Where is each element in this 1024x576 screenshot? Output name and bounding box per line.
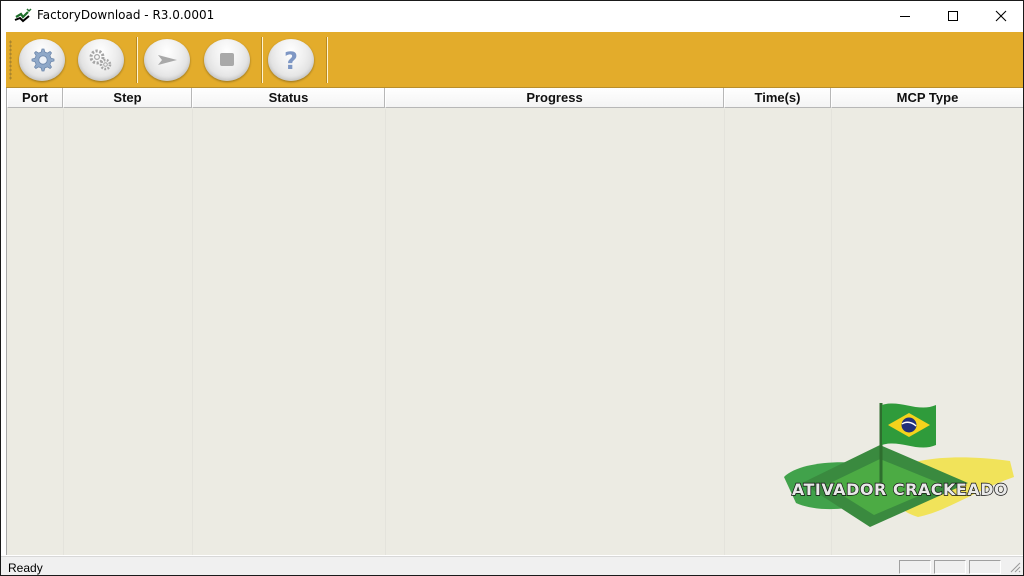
column-header-port[interactable]: Port: [7, 88, 63, 108]
stop-square-icon: [220, 53, 234, 66]
gear-icon: [31, 48, 55, 72]
column-divider: [385, 109, 386, 555]
watermark-text: ATIVADOR CRACKEADO: [792, 480, 1008, 499]
window-title: FactoryDownload - R3.0.0001: [37, 8, 215, 22]
advanced-settings-button[interactable]: [78, 39, 124, 81]
toolbar-separator: [261, 37, 263, 83]
resize-grip-icon[interactable]: [1009, 561, 1021, 573]
status-pane: [934, 560, 966, 574]
column-header-status[interactable]: Status: [192, 88, 385, 108]
status-bar: Ready: [1, 556, 1023, 575]
column-header-step[interactable]: Step: [63, 88, 192, 108]
maximize-icon: [948, 11, 958, 21]
settings-button[interactable]: [19, 39, 65, 81]
column-divider: [63, 109, 64, 555]
column-divider: [724, 109, 725, 555]
watermark-logo: ATIVADOR CRACKEADO: [784, 403, 1014, 527]
column-divider: [192, 109, 193, 555]
toolbar-separator: [326, 37, 328, 83]
column-header-time[interactable]: Time(s): [724, 88, 831, 108]
minimize-icon: [900, 16, 910, 17]
gears-icon: [89, 49, 112, 71]
column-header-progress[interactable]: Progress: [385, 88, 724, 108]
column-header-mcp-type[interactable]: MCP Type: [831, 88, 1023, 108]
close-icon: [995, 10, 1007, 22]
toolbar-grip[interactable]: [9, 40, 12, 80]
close-button[interactable]: [978, 1, 1023, 31]
status-pane: [899, 560, 931, 574]
maximize-button[interactable]: [930, 1, 976, 31]
minimize-button[interactable]: [882, 1, 928, 31]
app-window: FactoryDownload - R3.0.0001 ? Port Step …: [0, 0, 1024, 576]
toolbar-separator: [136, 37, 138, 83]
status-text: Ready: [8, 561, 43, 575]
question-mark-icon: ?: [284, 47, 298, 75]
start-button[interactable]: [144, 39, 190, 81]
play-arrow-icon: [158, 55, 177, 65]
help-button[interactable]: ?: [268, 39, 314, 81]
stop-button[interactable]: [204, 39, 250, 81]
toolbar: ?: [6, 32, 1023, 88]
app-icon: [14, 8, 32, 23]
title-bar[interactable]: FactoryDownload - R3.0.0001: [1, 1, 1023, 31]
status-pane: [969, 560, 1001, 574]
svg-text:?: ?: [284, 47, 298, 75]
